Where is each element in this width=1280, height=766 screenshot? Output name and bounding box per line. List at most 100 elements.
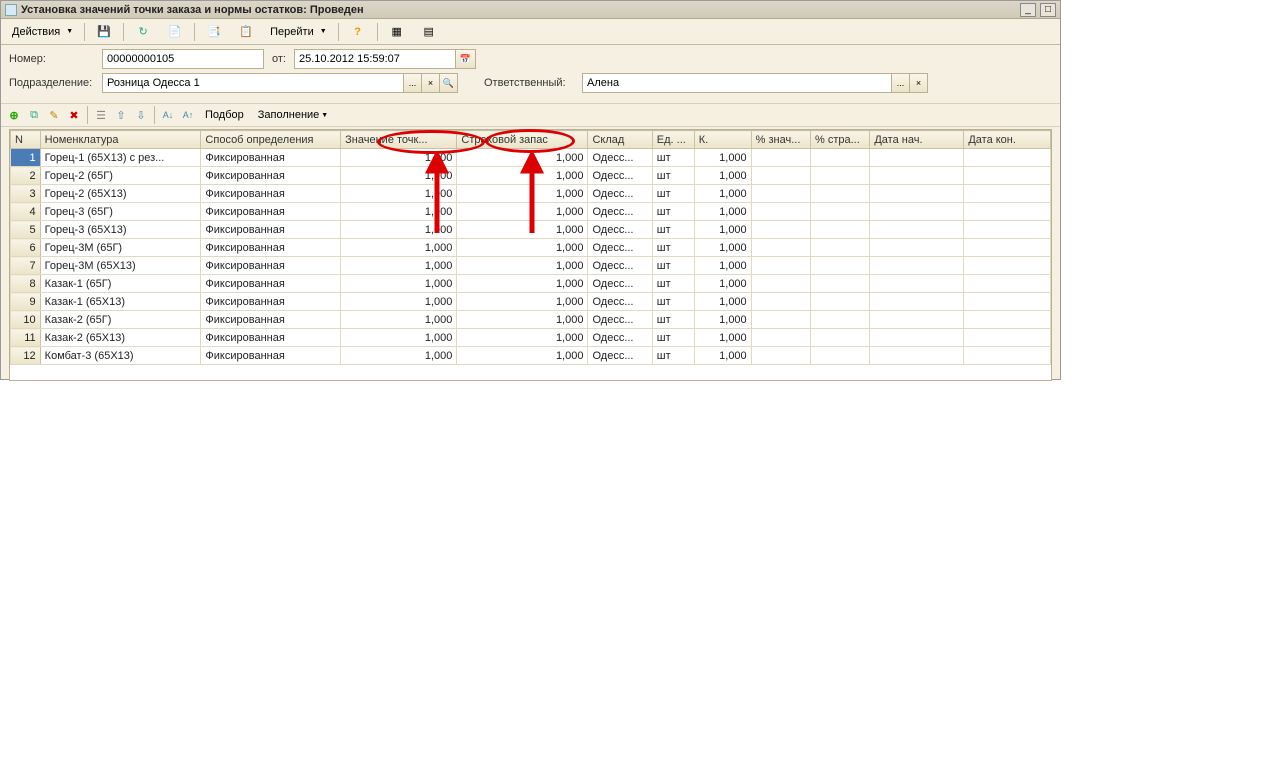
column-header[interactable]: % стра... xyxy=(811,131,870,149)
table-cell[interactable]: 1,000 xyxy=(341,185,457,203)
table-cell[interactable]: 1,000 xyxy=(694,329,751,347)
table-cell[interactable]: Фиксированная xyxy=(201,239,341,257)
table-cell[interactable]: Казак-2 (65X13) xyxy=(40,329,201,347)
table-row[interactable]: 10Казак-2 (65Г)Фиксированная1,0001,000Од… xyxy=(11,311,1051,329)
table-cell[interactable] xyxy=(811,257,870,275)
table-cell[interactable] xyxy=(870,311,964,329)
table-cell[interactable]: Одесс... xyxy=(588,329,652,347)
column-header[interactable]: К. xyxy=(694,131,751,149)
table-cell[interactable]: Одесс... xyxy=(588,311,652,329)
table-cell[interactable]: Одесс... xyxy=(588,275,652,293)
table-cell[interactable] xyxy=(870,275,964,293)
table-cell[interactable]: 1,000 xyxy=(694,311,751,329)
minimize-button[interactable]: _ xyxy=(1020,3,1036,17)
responsible-clear-button[interactable]: × xyxy=(910,73,928,93)
table-cell[interactable]: 12 xyxy=(11,347,41,365)
table-row[interactable]: 11Казак-2 (65X13)Фиксированная1,0001,000… xyxy=(11,329,1051,347)
table-cell[interactable]: шт xyxy=(652,257,694,275)
table-row[interactable]: 12Комбат-3 (65X13)Фиксированная1,0001,00… xyxy=(11,347,1051,365)
table-cell[interactable] xyxy=(870,329,964,347)
table-cell[interactable]: 6 xyxy=(11,239,41,257)
calendar-button[interactable]: 📅 xyxy=(456,49,476,69)
table-cell[interactable]: Казак-2 (65Г) xyxy=(40,311,201,329)
table-cell[interactable]: 1,000 xyxy=(694,347,751,365)
table-cell[interactable]: 2 xyxy=(11,167,41,185)
table-cell[interactable] xyxy=(811,221,870,239)
table-cell[interactable]: 1,000 xyxy=(341,329,457,347)
table-cell[interactable]: 1,000 xyxy=(694,167,751,185)
table-cell[interactable]: Фиксированная xyxy=(201,221,341,239)
table-cell[interactable]: 1,000 xyxy=(457,293,588,311)
table-cell[interactable]: Горец-1 (65X13) с рез... xyxy=(40,149,201,167)
table-cell[interactable]: Одесс... xyxy=(588,203,652,221)
column-header[interactable]: Страховой запас xyxy=(457,131,588,149)
table-cell[interactable] xyxy=(751,293,810,311)
table-cell[interactable] xyxy=(751,329,810,347)
pick-button[interactable]: Подбор xyxy=(199,106,250,124)
table-cell[interactable]: 1,000 xyxy=(341,347,457,365)
table-cell[interactable]: Одесс... xyxy=(588,257,652,275)
table-cell[interactable] xyxy=(870,239,964,257)
table-cell[interactable]: Горец-3М (65X13) xyxy=(40,257,201,275)
table-cell[interactable] xyxy=(964,257,1051,275)
table-cell[interactable]: 7 xyxy=(11,257,41,275)
help-button[interactable]: ? xyxy=(343,22,373,42)
table-cell[interactable]: 1,000 xyxy=(694,185,751,203)
table-row[interactable]: 4Горец-3 (65Г)Фиксированная1,0001,000Оде… xyxy=(11,203,1051,221)
division-search-button[interactable]: 🔍 xyxy=(440,73,458,93)
division-select-button[interactable]: ... xyxy=(404,73,422,93)
delete-row-button[interactable]: ✖ xyxy=(65,106,83,124)
table-cell[interactable] xyxy=(964,185,1051,203)
table-cell[interactable]: 1,000 xyxy=(457,347,588,365)
responsible-select-button[interactable]: ... xyxy=(892,73,910,93)
table-cell[interactable]: 1,000 xyxy=(457,311,588,329)
table-cell[interactable]: Фиксированная xyxy=(201,203,341,221)
table-cell[interactable] xyxy=(870,293,964,311)
table-cell[interactable] xyxy=(870,167,964,185)
column-header[interactable]: % знач... xyxy=(751,131,810,149)
table-cell[interactable]: 1,000 xyxy=(694,221,751,239)
table-row[interactable]: 5Горец-3 (65X13)Фиксированная1,0001,000О… xyxy=(11,221,1051,239)
table-cell[interactable]: 1,000 xyxy=(341,275,457,293)
table-cell[interactable] xyxy=(870,185,964,203)
table-cell[interactable]: Фиксированная xyxy=(201,257,341,275)
table-cell[interactable] xyxy=(751,311,810,329)
table-cell[interactable]: Одесс... xyxy=(588,347,652,365)
table-cell[interactable] xyxy=(751,185,810,203)
table-cell[interactable]: 1,000 xyxy=(341,293,457,311)
table-cell[interactable] xyxy=(811,203,870,221)
table-cell[interactable] xyxy=(751,257,810,275)
table-cell[interactable]: шт xyxy=(652,311,694,329)
table-cell[interactable]: 1,000 xyxy=(694,239,751,257)
split-button[interactable]: ▤ xyxy=(414,22,444,42)
column-header[interactable]: Дата нач. xyxy=(870,131,964,149)
table-cell[interactable]: 4 xyxy=(11,203,41,221)
table-cell[interactable]: 1,000 xyxy=(457,167,588,185)
table-cell[interactable]: Одесс... xyxy=(588,239,652,257)
table-cell[interactable] xyxy=(751,149,810,167)
table-cell[interactable]: 9 xyxy=(11,293,41,311)
table-cell[interactable]: шт xyxy=(652,203,694,221)
table-cell[interactable] xyxy=(964,329,1051,347)
move-up-button[interactable]: ⇧ xyxy=(112,106,130,124)
table-cell[interactable]: шт xyxy=(652,329,694,347)
table-cell[interactable]: 1 xyxy=(11,149,41,167)
table-cell[interactable] xyxy=(811,329,870,347)
table-cell[interactable]: шт xyxy=(652,347,694,365)
maximize-button[interactable]: □ xyxy=(1040,3,1056,17)
actions-menu[interactable]: Действия▼ xyxy=(5,22,80,42)
copy-row-button[interactable]: ⧉ xyxy=(25,106,43,124)
table-cell[interactable]: шт xyxy=(652,239,694,257)
goto-menu[interactable]: Перейти▼ xyxy=(263,22,334,42)
table-cell[interactable] xyxy=(964,275,1051,293)
table-cell[interactable]: Комбат-3 (65X13) xyxy=(40,347,201,365)
table-cell[interactable]: шт xyxy=(652,167,694,185)
table-cell[interactable] xyxy=(751,275,810,293)
table-cell[interactable]: 1,000 xyxy=(457,329,588,347)
table-cell[interactable]: 1,000 xyxy=(694,275,751,293)
table-cell[interactable]: Казак-1 (65X13) xyxy=(40,293,201,311)
save-button[interactable]: 💾 xyxy=(89,22,119,42)
table-cell[interactable]: 1,000 xyxy=(457,257,588,275)
table-cell[interactable]: 3 xyxy=(11,185,41,203)
sort-desc-button[interactable]: A↑ xyxy=(179,106,197,124)
